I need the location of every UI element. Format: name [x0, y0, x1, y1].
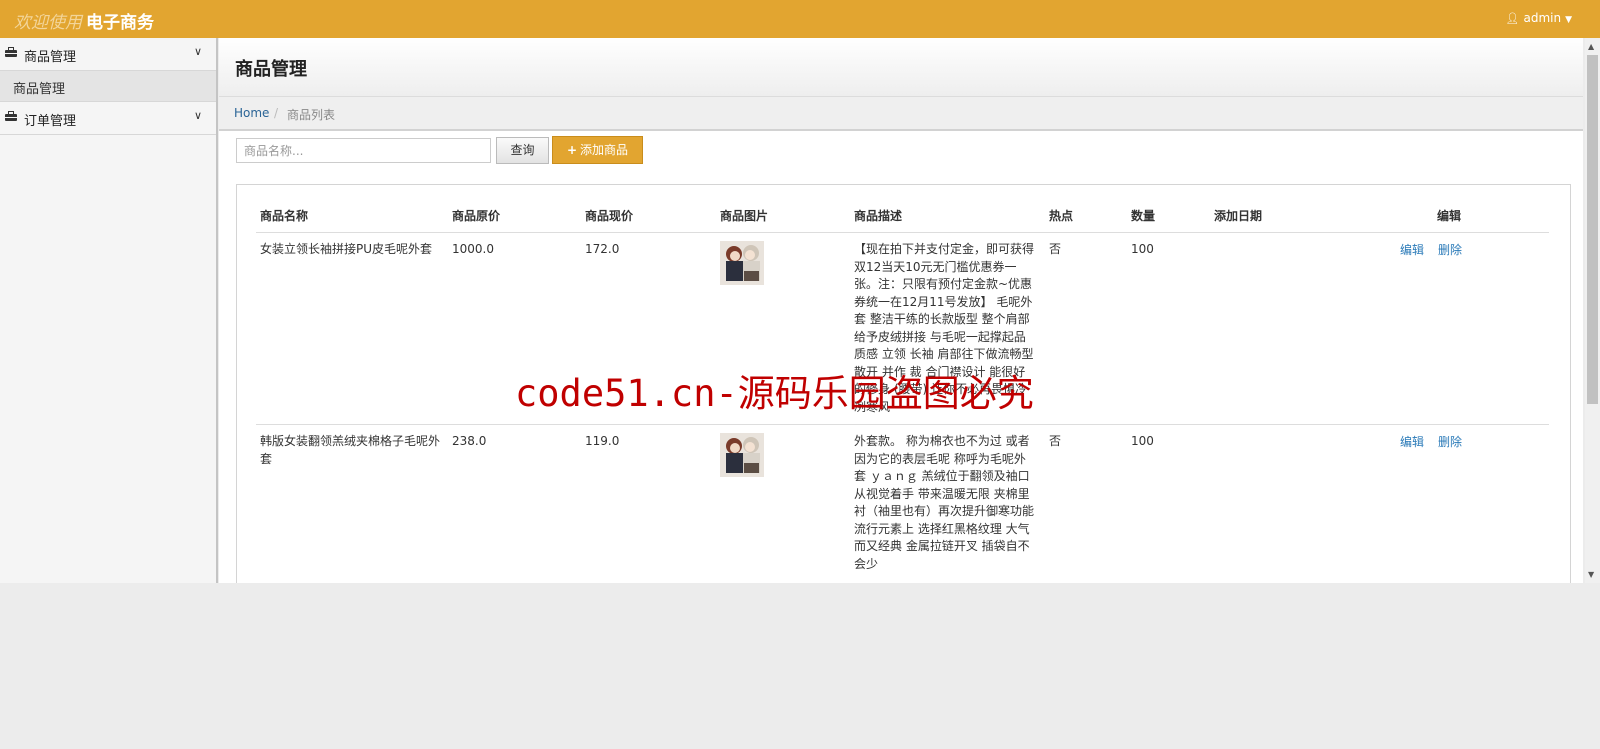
column-header: 数量: [1131, 209, 1156, 223]
column-header: 商品名称: [260, 209, 309, 223]
brand-app-name: 电子商务: [86, 13, 154, 33]
delete-link[interactable]: 删除: [1438, 433, 1462, 450]
user-name: admin: [1523, 11, 1562, 25]
query-button[interactable]: 查询: [496, 137, 549, 164]
original-price: 238.0: [452, 434, 487, 448]
original-price: 1000.0: [452, 242, 494, 256]
column-header: 商品描述: [854, 209, 903, 223]
sidebar-group-goods[interactable]: 商品管理 ∨: [0, 38, 216, 71]
scroll-down-icon[interactable]: ▼: [1588, 570, 1594, 579]
page-title: 商品管理: [235, 59, 307, 80]
column-header: 热点: [1049, 209, 1074, 223]
chevron-down-icon: ∨: [193, 45, 202, 58]
scrollbar-thumb[interactable]: [1587, 55, 1598, 404]
sidebar-group-label: 订单管理: [24, 114, 77, 129]
delete-link[interactable]: 删除: [1438, 241, 1462, 258]
header-divider: [256, 232, 1549, 233]
edit-link[interactable]: 编辑: [1400, 241, 1424, 258]
breadcrumb-current: 商品列表: [287, 108, 336, 122]
briefcase-icon: [5, 47, 17, 57]
column-header: 商品现价: [585, 209, 634, 223]
breadcrumb: Home / 商品列表: [219, 97, 1583, 131]
search-input[interactable]: [236, 138, 491, 163]
watermark: code51.cn-源码乐园盗图必究: [515, 372, 1034, 415]
breadcrumb-home[interactable]: Home: [234, 106, 269, 120]
sidebar-item-label: 商品管理: [13, 82, 66, 97]
hot-flag: 否: [1049, 242, 1062, 256]
main-content: 商品管理 Home / 商品列表 查询 +添加商品 商品名称 商品原价 商品现价…: [219, 38, 1583, 583]
add-goods-button[interactable]: + 添加商品: [552, 136, 643, 164]
sidebar: 商品管理 ∨ 商品管理 订单管理 ∨: [0, 38, 218, 583]
caret-down-icon: ▼: [1565, 15, 1572, 25]
brand-welcome: 欢迎使用: [14, 13, 82, 33]
sidebar-group-orders[interactable]: 订单管理 ∨: [0, 102, 216, 135]
goods-name: 女装立领长袖拼接PU皮毛呢外套: [260, 242, 433, 256]
row-divider: [256, 424, 1549, 425]
brand: 欢迎使用 电子商务: [14, 8, 154, 33]
plus-icon: +: [566, 143, 578, 157]
top-bar: 欢迎使用 电子商务 👤︎ admin ▼: [0, 0, 1600, 38]
current-price: 172.0: [585, 242, 620, 256]
vertical-scrollbar[interactable]: ▲ ▼: [1585, 38, 1600, 583]
column-header: 编辑: [1437, 209, 1462, 223]
breadcrumb-separator: /: [274, 106, 279, 120]
quantity: 100: [1131, 434, 1154, 448]
chevron-down-icon: ∨: [193, 109, 202, 122]
quantity: 100: [1131, 242, 1154, 256]
sidebar-item-goods[interactable]: 商品管理: [0, 71, 216, 102]
goods-description: 外套款。 称为棉衣也不为过 或者因为它的表层毛呢 称呼为毛呢外套 ｙａｎｇ 羔绒…: [854, 434, 1035, 571]
column-header: 商品图片: [720, 209, 769, 223]
sidebar-group-label: 商品管理: [24, 50, 77, 65]
goods-image: [720, 433, 764, 477]
user-menu[interactable]: 👤︎ admin ▼: [1506, 11, 1573, 25]
scroll-up-icon[interactable]: ▲: [1588, 42, 1594, 51]
briefcase-icon: [5, 111, 17, 121]
page-header: 商品管理: [219, 38, 1583, 97]
edit-link[interactable]: 编辑: [1400, 433, 1424, 450]
column-header: 商品原价: [452, 209, 501, 223]
goods-name: 韩版女装翻领羔绒夹棉格子毛呢外套: [260, 434, 441, 466]
user-icon: 👤︎: [1505, 12, 1520, 25]
add-goods-label: 添加商品: [580, 143, 629, 157]
current-price: 119.0: [585, 434, 620, 448]
column-header: 添加日期: [1214, 209, 1263, 223]
hot-flag: 否: [1049, 434, 1062, 448]
goods-image: [720, 241, 764, 285]
